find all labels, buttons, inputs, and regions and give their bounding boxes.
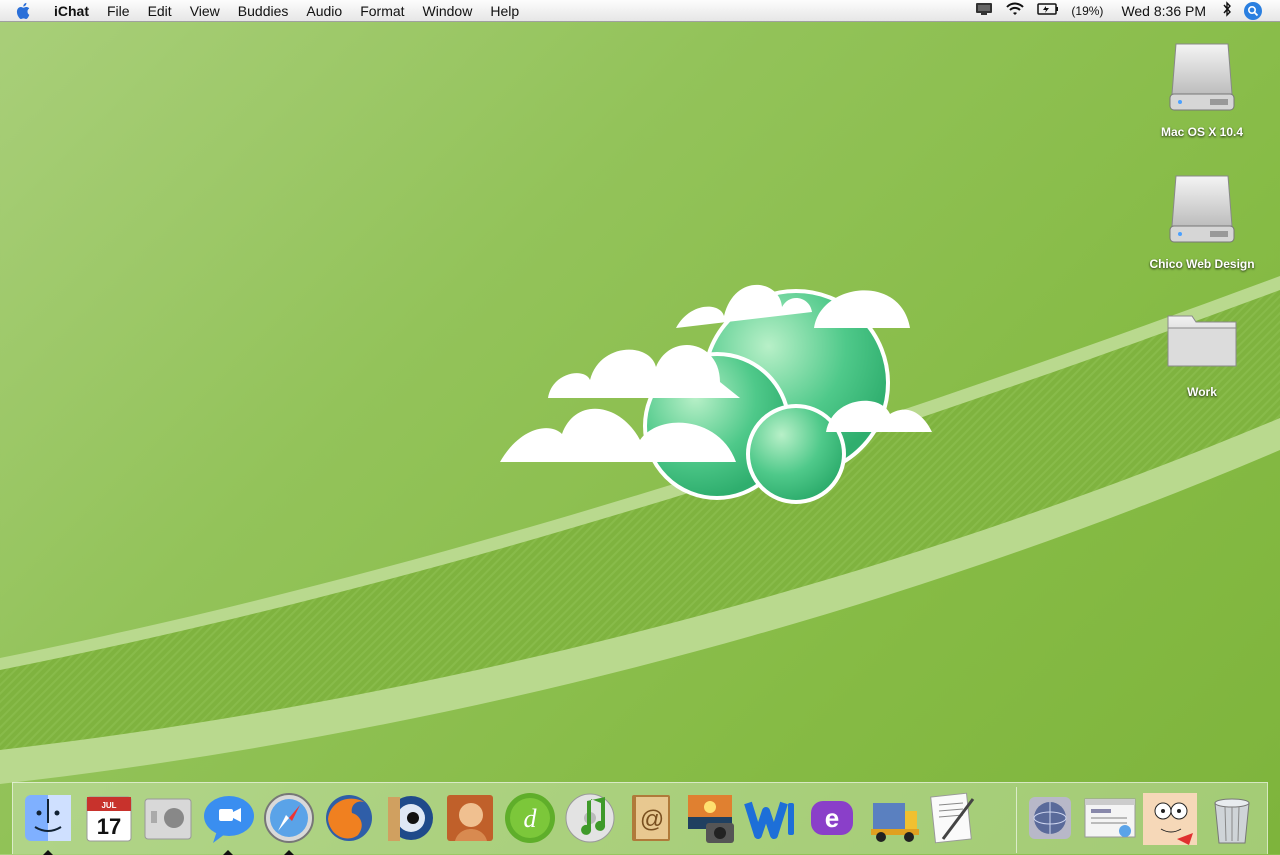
menu-audio[interactable]: Audio (297, 0, 351, 22)
desktop-icon-label: Chico Web Design (1149, 257, 1255, 271)
wifi-icon[interactable] (1005, 1, 1025, 20)
dreamweaver-icon[interactable]: d (501, 789, 559, 847)
transmit-icon[interactable] (863, 789, 921, 847)
hard-drive-icon (1169, 175, 1235, 243)
cartoon-face-icon[interactable] (1141, 789, 1199, 847)
dock-separator (1016, 787, 1017, 853)
address-book-icon[interactable]: @ (622, 789, 680, 847)
itunes-icon[interactable] (561, 789, 619, 847)
running-indicator-ichat (223, 850, 233, 855)
menu-edit[interactable]: Edit (139, 0, 181, 22)
apple-logo-icon[interactable] (16, 0, 38, 22)
camino-icon[interactable] (380, 789, 438, 847)
system-preferences-icon[interactable] (139, 789, 197, 847)
svg-text:@: @ (640, 806, 664, 833)
status-menus: (19%) Wed 8:36 PM (969, 0, 1280, 22)
bluetooth-icon[interactable] (1222, 1, 1232, 20)
svg-text:e: e (825, 803, 839, 833)
battery-icon[interactable] (1037, 2, 1059, 19)
folder-icon (1167, 315, 1237, 367)
menu-app-name[interactable]: iChat (46, 0, 98, 22)
desktop-icon-work[interactable]: Work (1137, 306, 1267, 399)
menu-buddies[interactable]: Buddies (229, 0, 298, 22)
ical-icon[interactable]: JUL 17 (79, 789, 137, 847)
display-icon[interactable] (975, 2, 993, 19)
svg-text:d: d (524, 804, 538, 833)
menu-help[interactable]: Help (481, 0, 528, 22)
desktop-icon-chico-web-design[interactable]: Chico Web Design (1137, 170, 1267, 271)
entourage-icon[interactable]: e (803, 789, 861, 847)
word-icon[interactable] (742, 789, 800, 847)
ical-month-text: JUL (101, 801, 116, 810)
desktop-icon-label: Mac OS X 10.4 (1160, 125, 1244, 139)
desktop-wallpaper (0, 276, 1280, 784)
ical-day-text: 17 (97, 814, 121, 839)
safari-icon[interactable] (260, 789, 318, 847)
trash-icon[interactable] (1203, 789, 1261, 847)
menu-bar: iChat File Edit View Buddies Audio Forma… (0, 0, 1280, 22)
photoshop-icon[interactable] (441, 789, 499, 847)
firefox-icon[interactable] (320, 789, 378, 847)
textedit-icon[interactable] (923, 789, 981, 847)
dock: JUL 17 d @ e (12, 782, 1268, 855)
finder-icon[interactable] (19, 789, 77, 847)
ichat-icon[interactable] (199, 789, 257, 847)
menu-file[interactable]: File (98, 0, 139, 22)
hard-drive-icon (1169, 43, 1235, 111)
running-indicator-finder (43, 850, 53, 855)
iphoto-icon[interactable] (682, 789, 740, 847)
network-icon[interactable] (1021, 789, 1079, 847)
web-document-icon[interactable] (1081, 789, 1139, 847)
menu-clock[interactable]: Wed 8:36 PM (1121, 3, 1206, 19)
spotlight-icon[interactable] (1244, 1, 1262, 20)
menu-view[interactable]: View (181, 0, 229, 22)
menu-window[interactable]: Window (414, 0, 482, 22)
running-indicator-safari (284, 850, 294, 855)
battery-percent: (19%) (1071, 3, 1104, 18)
menu-format[interactable]: Format (351, 0, 413, 22)
desktop-icon-label: Work (1187, 385, 1217, 399)
desktop-icon-mac-os-x[interactable]: Mac OS X 10.4 (1137, 38, 1267, 139)
